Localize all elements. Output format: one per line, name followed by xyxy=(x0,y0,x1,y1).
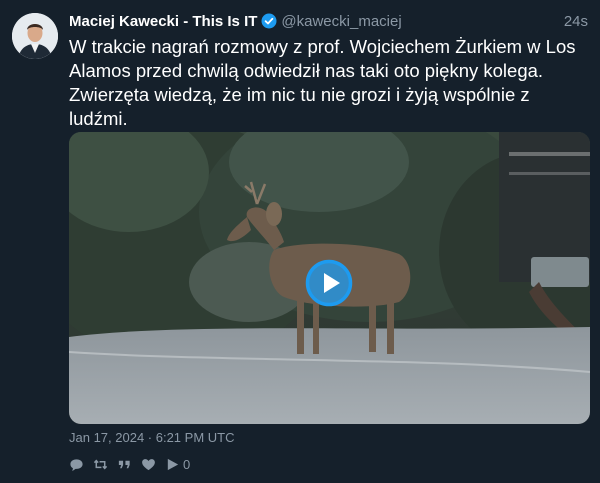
tweet-header: Maciej Kawecki - This Is IT @kawecki_mac… xyxy=(69,11,588,31)
views-count: 0 xyxy=(183,456,191,472)
play-icon[interactable] xyxy=(305,259,353,307)
heart-icon xyxy=(142,458,155,470)
reply-icon xyxy=(70,458,83,471)
reply-button[interactable] xyxy=(69,457,84,472)
retweet-icon xyxy=(93,458,108,470)
author-handle[interactable]: @kawecki_maciej xyxy=(281,13,401,30)
tweet-timestamp[interactable]: Jan 17, 2024 · 6:21 PM UTC xyxy=(69,430,234,445)
retweet-button[interactable] xyxy=(93,457,108,472)
tweet: Maciej Kawecki - This Is IT @kawecki_mac… xyxy=(0,0,600,483)
tweet-text: W trakcie nagrań rozmowy z prof. Wojciec… xyxy=(69,36,576,129)
video-player[interactable] xyxy=(69,132,590,424)
views-button[interactable]: 0 xyxy=(165,457,190,472)
verified-badge-icon xyxy=(261,13,277,29)
quote-button[interactable] xyxy=(117,457,132,472)
like-button[interactable] xyxy=(141,457,156,472)
avatar[interactable] xyxy=(12,13,58,59)
tweet-actions: 0 xyxy=(69,455,199,473)
tweet-time-ago[interactable]: 24s xyxy=(564,13,588,30)
author-name[interactable]: Maciej Kawecki - This Is IT xyxy=(69,13,257,30)
quote-icon xyxy=(118,460,130,468)
play-count-icon xyxy=(167,458,179,470)
